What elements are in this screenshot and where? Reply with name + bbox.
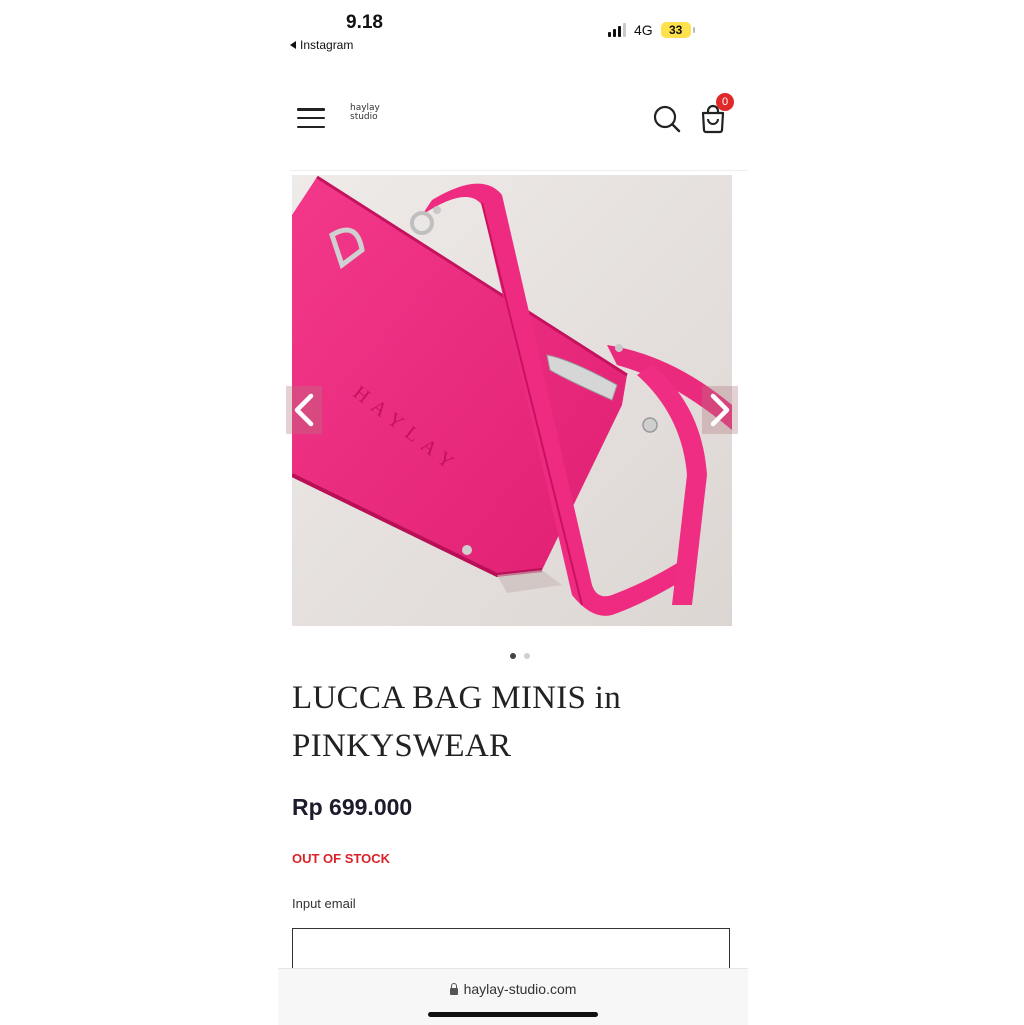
cart-count-badge: 0 [716,93,734,111]
lock-icon [449,982,458,995]
status-time: 9.18 [346,12,383,33]
network-type: 4G [634,22,653,38]
email-field-label: Input email [292,896,356,911]
carousel-dots [510,653,530,659]
product-title: LUCCA BAG MINIS in PINKYSWEAR [292,680,622,764]
stock-status: OUT OF STOCK [292,851,390,866]
home-indicator[interactable] [428,1012,598,1017]
battery-icon: 33 [660,22,695,38]
address-bar[interactable]: haylay-studio.com [278,981,748,997]
product-price: Rp 699.000 [292,794,413,820]
back-arrow-icon [290,41,296,49]
signal-icon [608,23,626,37]
logo-line-2: studio [350,112,378,122]
hamburger-menu-icon[interactable] [297,108,325,128]
product-image[interactable]: HAYLAY [292,175,732,626]
header-divider [290,170,748,171]
carousel-dot[interactable] [510,653,516,659]
carousel-dot[interactable] [524,653,530,659]
site-logo[interactable]: haylay studio [350,104,380,122]
back-to-app-link[interactable]: Instagram [290,38,353,52]
battery-level: 33 [669,23,683,37]
browser-bar: haylay-studio.com [278,968,748,1025]
carousel-next-arrow-icon[interactable] [702,386,738,434]
url-text: haylay-studio.com [463,981,577,997]
carousel-prev-arrow-icon[interactable] [286,386,322,434]
email-input[interactable] [292,928,730,968]
search-icon[interactable] [652,104,682,134]
back-app-label: Instagram [300,38,354,52]
status-indicators: 4G 33 [608,22,695,38]
phone-screen: 9.18 Instagram 4G 33 haylay studio 0 HAY… [278,0,748,1025]
